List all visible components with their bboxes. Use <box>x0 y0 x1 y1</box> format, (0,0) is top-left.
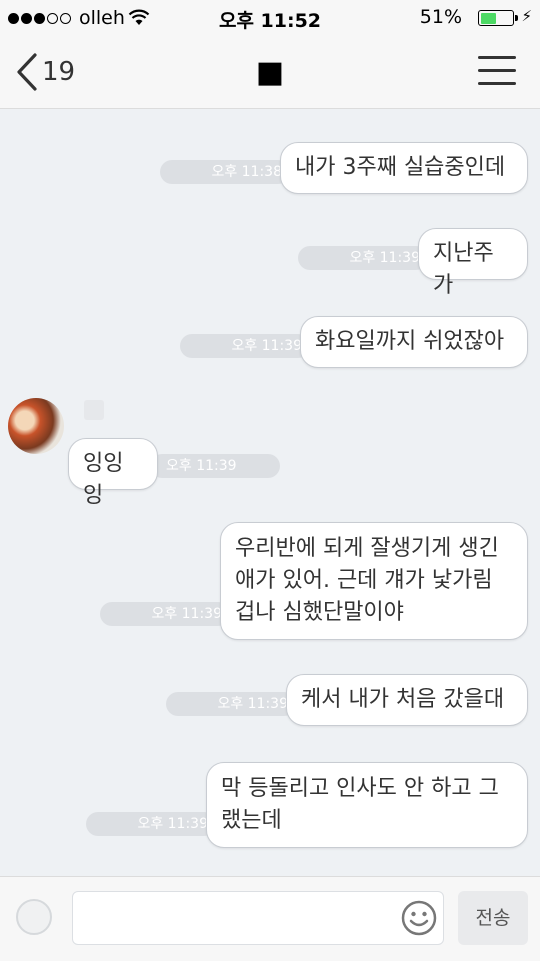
menu-button[interactable] <box>478 56 516 86</box>
message-bubble-sent[interactable]: 우리반에 되게 잘생기게 생긴 애가 있어. 근데 걔가 낯가림 겁나 심했단말… <box>220 522 528 640</box>
message-time: 오후 11:39 <box>86 812 216 836</box>
hamburger-line <box>478 69 516 72</box>
message-time: 오후 11:39 <box>100 602 230 626</box>
battery-icon <box>478 10 514 26</box>
message-input-bar: 전송 <box>0 876 540 961</box>
message-bubble-sent[interactable]: 내가 3주째 실습중인데 <box>280 142 528 194</box>
hamburger-menu-icon <box>478 56 516 59</box>
sender-avatar[interactable] <box>8 398 64 454</box>
message-time: 오후 11:39 <box>166 692 296 716</box>
message-input[interactable] <box>72 891 444 945</box>
message-bubble-sent[interactable]: 지난주가 <box>418 228 528 298</box>
chat-header: 19 ■ <box>0 36 540 109</box>
message-time: 오후 11:39 <box>298 246 428 270</box>
sender-name <box>84 400 104 420</box>
battery-percent: 51% <box>419 6 462 28</box>
status-bar: olleh 오후 11:52 51% ⚡ <box>0 0 540 36</box>
message-time: 오후 11:38 <box>160 160 290 184</box>
charging-bolt-icon: ⚡ <box>521 7 532 25</box>
chat-messages[interactable]: 오후 11:38 내가 3주째 실습중인데 오후 11:39 지난주가 오후 1… <box>0 108 540 876</box>
attach-button[interactable] <box>16 899 52 935</box>
message-time: 오후 11:39 <box>150 454 280 478</box>
smiley-icon[interactable] <box>400 899 438 937</box>
chat-title: ■ <box>255 55 285 90</box>
battery-nub <box>515 15 518 21</box>
message-bubble-sent[interactable]: 막 등돌리고 인사도 안 하고 그 랬는데 <box>206 762 528 848</box>
message-bubble-received[interactable]: 잉잉잉 <box>68 438 158 508</box>
message-bubble-sent[interactable]: 화요일까지 쉬었잖아 <box>300 316 528 368</box>
hamburger-line <box>478 82 516 85</box>
send-button[interactable]: 전송 <box>458 891 528 945</box>
message-time: 오후 11:39 <box>180 334 310 358</box>
message-bubble-sent[interactable]: 케서 내가 처음 갔을대 <box>286 674 528 726</box>
